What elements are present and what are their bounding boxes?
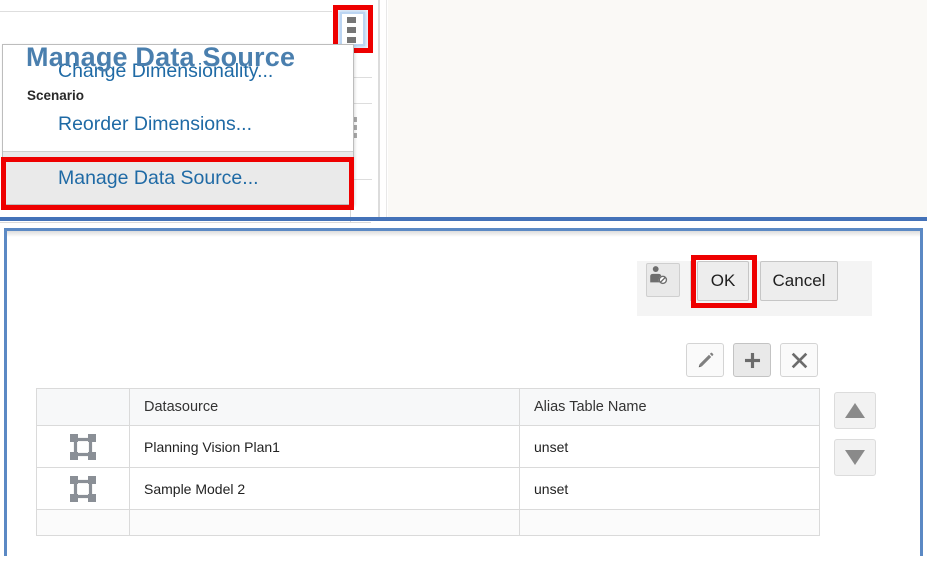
- move-down-button[interactable]: [834, 439, 876, 476]
- cell-empty: [520, 510, 820, 536]
- accent-bar: [0, 217, 927, 221]
- cancel-button[interactable]: Cancel: [760, 261, 838, 301]
- column-header-icon: [37, 389, 130, 426]
- dialog-subtitle: Scenario: [27, 88, 84, 103]
- background-tick: [352, 77, 372, 78]
- close-x-icon: [790, 351, 809, 370]
- cell-datasource: Planning Vision Plan1: [130, 426, 520, 468]
- user-permissions-button[interactable]: [646, 263, 680, 297]
- table-row[interactable]: Sample Model 2 unset: [37, 468, 820, 510]
- cube-icon: [70, 476, 96, 502]
- table-row-empty: [37, 510, 820, 536]
- dialog-top-shade: [7, 231, 920, 237]
- background-tick: [352, 103, 372, 104]
- panel-divider-secondary: [386, 0, 387, 220]
- background-tick: [352, 179, 372, 180]
- toolbar-separator: [690, 261, 692, 301]
- row-icon-cell: [37, 468, 130, 510]
- triangle-down-icon: [845, 450, 865, 465]
- plus-icon: [743, 351, 762, 370]
- datasource-table: Datasource Alias Table Name: [36, 388, 820, 536]
- ok-button[interactable]: OK: [697, 261, 749, 301]
- move-up-button[interactable]: [834, 392, 876, 429]
- screenshot-root: Change Dimensionality... Reorder Dimensi…: [0, 0, 927, 561]
- table-toolbar: [686, 343, 818, 377]
- cube-icon: [70, 434, 96, 460]
- column-header-datasource: Datasource: [130, 389, 520, 426]
- page-title: Manage Data Source: [26, 42, 295, 73]
- cell-datasource: Sample Model 2: [130, 468, 520, 510]
- background-top-rule: [0, 11, 332, 12]
- menu-item-manage-data-source[interactable]: Manage Data Source...: [3, 151, 353, 204]
- menu-item-reorder-dimensions[interactable]: Reorder Dimensions...: [3, 98, 353, 151]
- panel-divider: [378, 0, 380, 218]
- user-permissions-icon: [647, 264, 669, 286]
- row-icon-cell: [37, 426, 130, 468]
- cell-alias-table-name[interactable]: unset: [520, 426, 820, 468]
- table-header: Datasource Alias Table Name: [37, 389, 820, 426]
- delete-button[interactable]: [780, 343, 818, 377]
- column-header-alias-table-name: Alias Table Name: [520, 389, 820, 426]
- cell-empty: [37, 510, 130, 536]
- triangle-up-icon: [845, 403, 865, 418]
- table-body: Planning Vision Plan1 unset S: [37, 426, 820, 536]
- background-right-panel: [388, 0, 927, 220]
- cell-empty: [130, 510, 520, 536]
- edit-button[interactable]: [686, 343, 724, 377]
- table-row[interactable]: Planning Vision Plan1 unset: [37, 426, 820, 468]
- add-button[interactable]: [733, 343, 771, 377]
- row-order-controls: [834, 392, 876, 486]
- pencil-icon: [696, 351, 715, 370]
- kebab-menu-icon[interactable]: [347, 17, 356, 47]
- cell-alias-table-name[interactable]: unset: [520, 468, 820, 510]
- bottom-edge: [0, 556, 927, 561]
- table-header-row: Datasource Alias Table Name: [37, 389, 820, 426]
